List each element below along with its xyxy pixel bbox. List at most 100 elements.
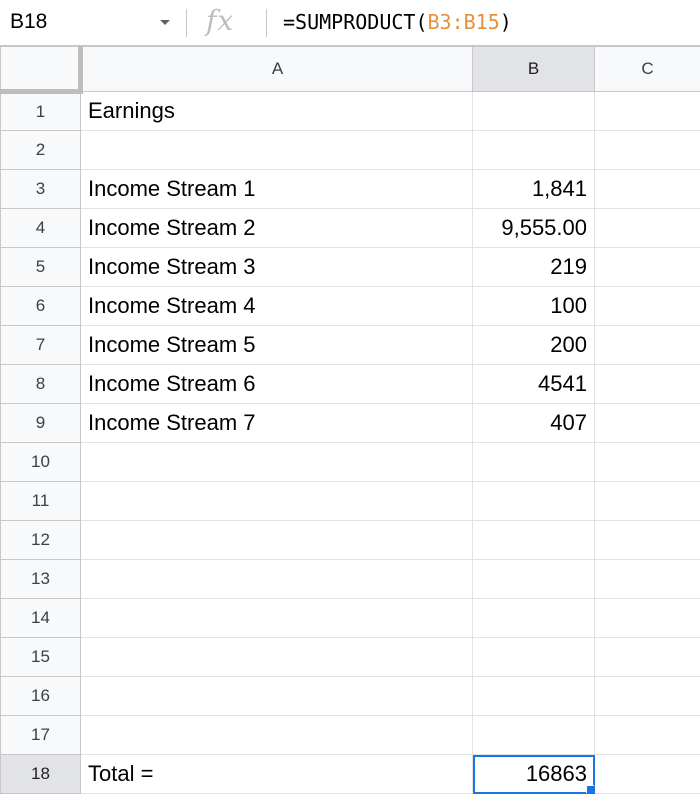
table-row: 1 Earnings <box>0 91 700 131</box>
cell-c18[interactable] <box>594 754 700 794</box>
cell-b4[interactable]: 9,555.00 <box>472 208 595 248</box>
cell-b9[interactable]: 407 <box>472 403 595 443</box>
cell-c14[interactable] <box>594 598 700 638</box>
cell-a5[interactable]: Income Stream 3 <box>80 247 473 287</box>
cell-b15[interactable] <box>472 637 595 677</box>
cell-b5[interactable]: 219 <box>472 247 595 287</box>
row-header[interactable]: 11 <box>0 481 81 521</box>
row-header[interactable]: 16 <box>0 676 81 716</box>
cell-c3[interactable] <box>594 169 700 209</box>
row-header[interactable]: 3 <box>0 169 81 209</box>
cell-a16[interactable] <box>80 676 473 716</box>
cell-a2[interactable] <box>80 130 473 170</box>
cell-c7[interactable] <box>594 325 700 365</box>
cell-c16[interactable] <box>594 676 700 716</box>
cell-b12[interactable] <box>472 520 595 560</box>
column-header-c[interactable]: C <box>594 46 700 92</box>
cell-b14[interactable] <box>472 598 595 638</box>
cell-b18[interactable]: 16863 <box>472 754 595 794</box>
table-row: 8 Income Stream 6 4541 <box>0 364 700 404</box>
row-header[interactable]: 10 <box>0 442 81 482</box>
cell-c9[interactable] <box>594 403 700 443</box>
table-row: 12 <box>0 520 700 560</box>
select-all-corner[interactable] <box>0 46 83 94</box>
table-row: 17 <box>0 715 700 755</box>
cell-b6[interactable]: 100 <box>472 286 595 326</box>
table-row: 6 Income Stream 4 100 <box>0 286 700 326</box>
cell-a7[interactable]: Income Stream 5 <box>80 325 473 365</box>
chevron-down-icon[interactable] <box>160 20 170 25</box>
cell-c4[interactable] <box>594 208 700 248</box>
divider <box>266 9 267 37</box>
table-row: 18 Total = 16863 <box>0 754 700 794</box>
cell-a15[interactable] <box>80 637 473 677</box>
column-header-a[interactable]: A <box>80 46 473 92</box>
row-header[interactable]: 7 <box>0 325 81 365</box>
cell-a3[interactable]: Income Stream 1 <box>80 169 473 209</box>
selected-cell-value: 16863 <box>525 761 587 786</box>
row-header[interactable]: 14 <box>0 598 81 638</box>
cell-b2[interactable] <box>472 130 595 170</box>
formula-range-ref: B3:B15 <box>427 10 500 34</box>
table-row: 14 <box>0 598 700 638</box>
formula-input[interactable]: =SUMPRODUCT(B3:B15) <box>283 10 512 34</box>
row-header[interactable]: 5 <box>0 247 81 287</box>
cell-b3[interactable]: 1,841 <box>472 169 595 209</box>
cell-a10[interactable] <box>80 442 473 482</box>
row-header[interactable]: 12 <box>0 520 81 560</box>
cell-a8[interactable]: Income Stream 6 <box>80 364 473 404</box>
cell-b16[interactable] <box>472 676 595 716</box>
row-header[interactable]: 13 <box>0 559 81 599</box>
cell-a11[interactable] <box>80 481 473 521</box>
table-row: 16 <box>0 676 700 716</box>
cell-a6[interactable]: Income Stream 4 <box>80 286 473 326</box>
cell-b17[interactable] <box>472 715 595 755</box>
row-header[interactable]: 15 <box>0 637 81 677</box>
cell-a14[interactable] <box>80 598 473 638</box>
cell-a1[interactable]: Earnings <box>80 91 473 131</box>
cell-b7[interactable]: 200 <box>472 325 595 365</box>
cell-c11[interactable] <box>594 481 700 521</box>
row-header[interactable]: 9 <box>0 403 81 443</box>
row-header[interactable]: 1 <box>0 91 81 131</box>
cell-a17[interactable] <box>80 715 473 755</box>
fill-handle[interactable] <box>586 785 594 793</box>
cell-a9[interactable]: Income Stream 7 <box>80 403 473 443</box>
name-box[interactable]: B18 <box>0 0 186 45</box>
name-box-value[interactable]: B18 <box>10 10 47 34</box>
column-header-row: A B C <box>0 46 700 94</box>
row-header[interactable]: 17 <box>0 715 81 755</box>
cell-b13[interactable] <box>472 559 595 599</box>
fx-icon: fx <box>206 4 235 37</box>
cell-c10[interactable] <box>594 442 700 482</box>
row-header[interactable]: 2 <box>0 130 81 170</box>
formula-bar: B18 fx =SUMPRODUCT(B3:B15) <box>0 0 700 46</box>
cell-c12[interactable] <box>594 520 700 560</box>
cell-b10[interactable] <box>472 442 595 482</box>
cell-c13[interactable] <box>594 559 700 599</box>
cell-c5[interactable] <box>594 247 700 287</box>
cell-c6[interactable] <box>594 286 700 326</box>
column-header-b[interactable]: B <box>472 46 595 92</box>
cell-c8[interactable] <box>594 364 700 404</box>
cell-c1[interactable] <box>594 91 700 131</box>
row-header[interactable]: 4 <box>0 208 81 248</box>
cell-a12[interactable] <box>80 520 473 560</box>
formula-prefix: =SUMPRODUCT( <box>283 10 428 34</box>
cell-a18[interactable]: Total = <box>80 754 473 794</box>
table-row: 10 <box>0 442 700 482</box>
cell-a13[interactable] <box>80 559 473 599</box>
row-header[interactable]: 6 <box>0 286 81 326</box>
cell-b8[interactable]: 4541 <box>472 364 595 404</box>
table-row: 7 Income Stream 5 200 <box>0 325 700 365</box>
table-row: 5 Income Stream 3 219 <box>0 247 700 287</box>
cell-c17[interactable] <box>594 715 700 755</box>
cell-b11[interactable] <box>472 481 595 521</box>
table-row: 15 <box>0 637 700 677</box>
row-header[interactable]: 8 <box>0 364 81 404</box>
cell-c15[interactable] <box>594 637 700 677</box>
row-header[interactable]: 18 <box>0 754 81 794</box>
cell-c2[interactable] <box>594 130 700 170</box>
cell-a4[interactable]: Income Stream 2 <box>80 208 473 248</box>
cell-b1[interactable] <box>472 91 595 131</box>
